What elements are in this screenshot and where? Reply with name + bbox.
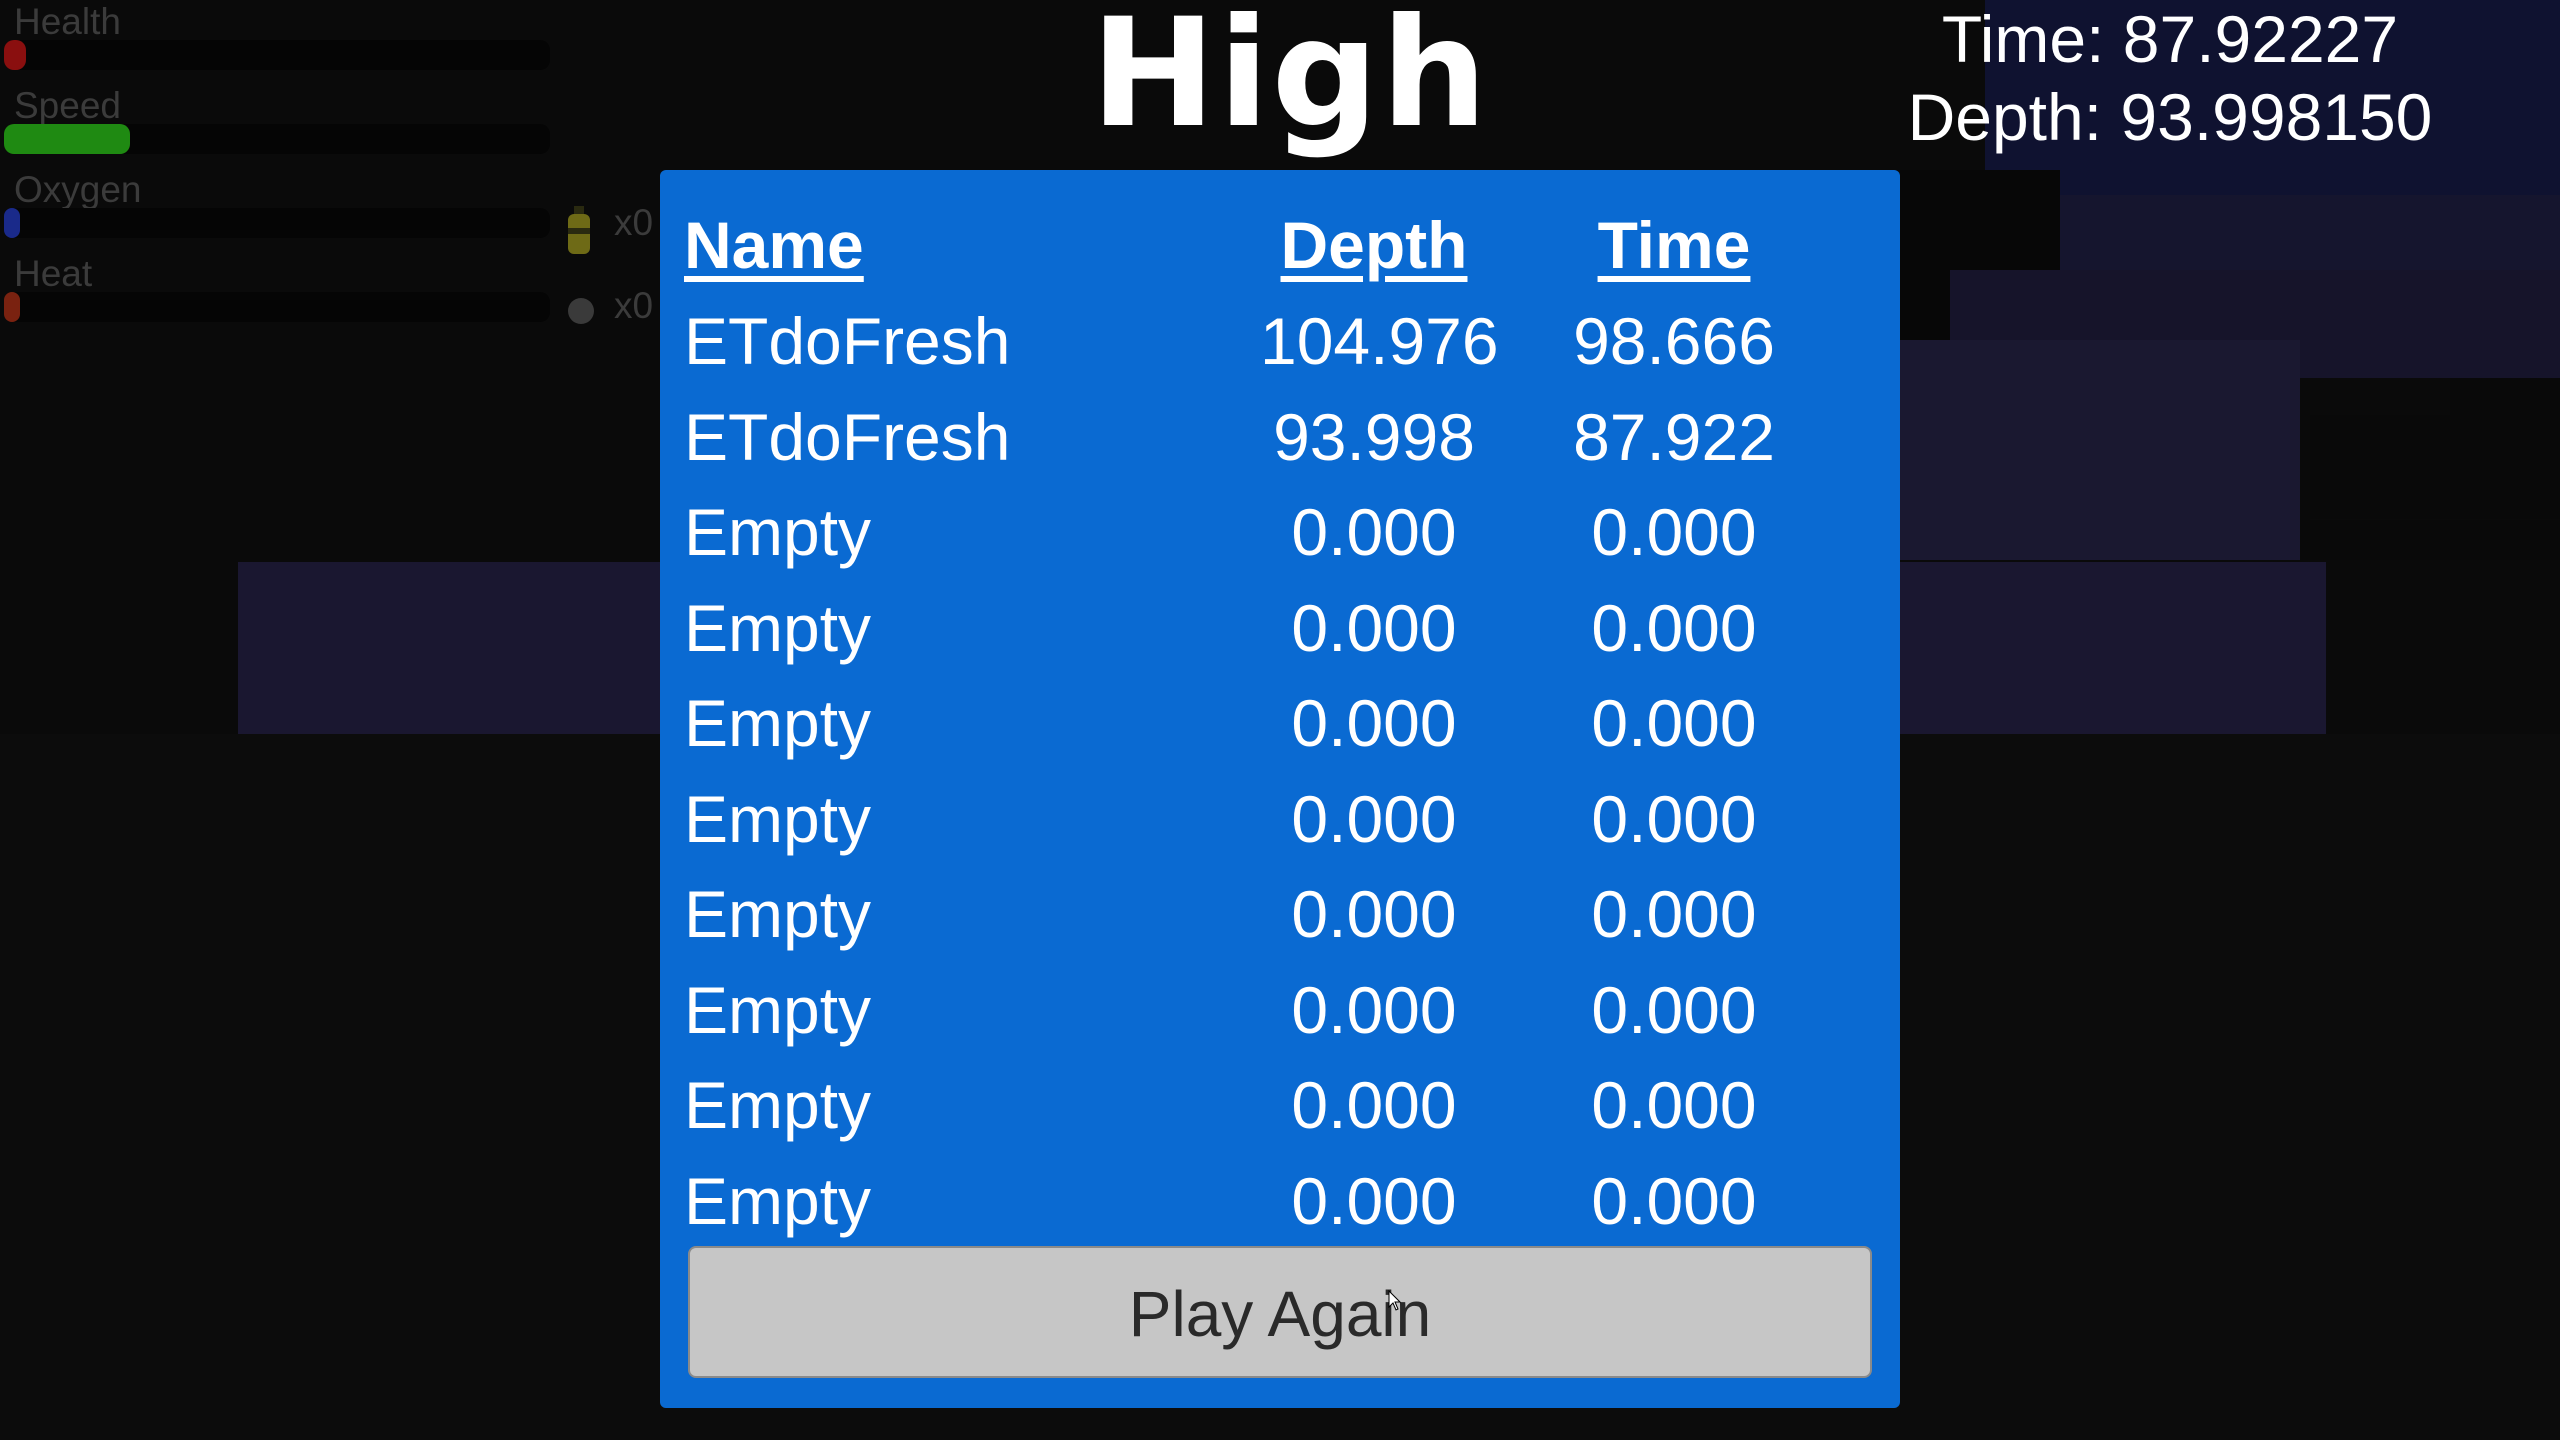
row-depth: 0.000 [1291, 686, 1457, 760]
health-label: Health [14, 1, 121, 42]
row-name: Empty [684, 686, 872, 760]
speed-bar [4, 124, 550, 154]
bomb-counter: x0 [566, 281, 662, 331]
stone-step [2310, 415, 2560, 519]
oxygen-stat: Oxygen [0, 168, 560, 252]
row-depth: 93.998 [1273, 399, 1475, 474]
high-score-panel: Name Depth Time ETdoFresh 104.976 98.666 ET… [660, 170, 1900, 1408]
row-depth: 0.000 [1291, 877, 1457, 951]
time-column-header: Time [1597, 208, 1751, 282]
table-row: Empty 0.000 0.000 [660, 583, 1900, 673]
stone-step [2450, 378, 2560, 418]
oxygen-label: Oxygen [14, 169, 142, 210]
row-time: 0.000 [1591, 590, 1757, 665]
row-name: Empty [684, 877, 872, 951]
bomb-icon [566, 289, 596, 339]
row-time: 0.000 [1591, 972, 1757, 1047]
row-time: 0.000 [1591, 877, 1757, 951]
heat-bar [4, 292, 550, 322]
row-depth: 0.000 [1291, 495, 1457, 569]
row-name: ETdoFresh [684, 399, 1011, 474]
heat-label: Heat [14, 253, 93, 294]
row-time: 0.000 [1591, 781, 1757, 856]
row-depth: 0.000 [1291, 1163, 1457, 1238]
row-depth: 104.976 [1260, 304, 1499, 378]
oxygen-tank-counter: x0 [566, 198, 662, 254]
sky-step [2060, 195, 2560, 275]
speed-label: Speed [14, 85, 121, 126]
row-time: 98.666 [1573, 304, 1775, 378]
health-bar [4, 40, 550, 70]
row-time: 0.000 [1591, 495, 1757, 569]
table-row: Empty 0.000 0.000 [660, 774, 1900, 864]
run-depth: Depth: 93.998150 [1907, 80, 2433, 154]
table-row: Empty 0.000 0.000 [660, 1156, 1900, 1246]
table-row: Empty 0.000 0.000 [660, 965, 1900, 1055]
bomb-count: x0 [614, 285, 654, 326]
table-row: ETdoFresh 93.998 87.922 [660, 392, 1900, 482]
mouse-cursor-icon [1388, 1289, 1402, 1317]
row-depth: 0.000 [1291, 781, 1457, 856]
oxygen-tank-count: x0 [614, 202, 654, 243]
page-title: High Scores [1002, 0, 1577, 314]
row-name: Empty [684, 590, 872, 665]
speed-bar-fill [4, 124, 130, 154]
row-name: ETdoFresh [684, 304, 1011, 378]
row-name: Empty [684, 972, 872, 1047]
speed-stat: Speed [0, 84, 560, 168]
table-row: Empty 0.000 0.000 [660, 1060, 1900, 1150]
table-row: Empty 0.000 0.000 [660, 487, 1900, 577]
table-row: ETdoFresh 104.976 98.666 [660, 296, 1900, 386]
play-again-button[interactable]: Play Again [688, 1246, 1872, 1378]
row-depth: 0.000 [1291, 1068, 1457, 1142]
table-row: Empty 0.000 0.000 [660, 678, 1900, 768]
row-depth: 0.000 [1291, 590, 1457, 665]
row-name: Empty [684, 1068, 872, 1142]
row-time: 0.000 [1591, 1068, 1757, 1142]
row-time: 0.000 [1591, 1163, 1757, 1238]
table-row: Empty 0.000 0.000 [660, 869, 1900, 959]
depth-column-header: Depth [1280, 208, 1468, 282]
oxygen-tank-icon [566, 206, 592, 267]
run-stats: Time: 87.92227 Depth: 93.998150 [1790, 0, 2550, 160]
row-name: Empty [684, 781, 872, 856]
table-header: Name Depth Time [660, 200, 1900, 290]
heat-bar-fill [4, 292, 21, 322]
oxygen-bar-fill [4, 208, 21, 238]
row-time: 0.000 [1591, 686, 1757, 760]
row-name: Empty [684, 495, 872, 569]
row-depth: 0.000 [1291, 972, 1457, 1047]
cave-wall [1900, 340, 2300, 560]
run-time: Time: 87.92227 [1941, 2, 2399, 76]
health-bar-fill [4, 40, 26, 70]
row-name: Empty [684, 1163, 872, 1238]
heat-stat: Heat [0, 252, 560, 336]
oxygen-bar [4, 208, 550, 238]
name-column-header: Name [684, 208, 864, 282]
health-stat: Health [0, 0, 560, 84]
row-time: 87.922 [1573, 399, 1775, 474]
